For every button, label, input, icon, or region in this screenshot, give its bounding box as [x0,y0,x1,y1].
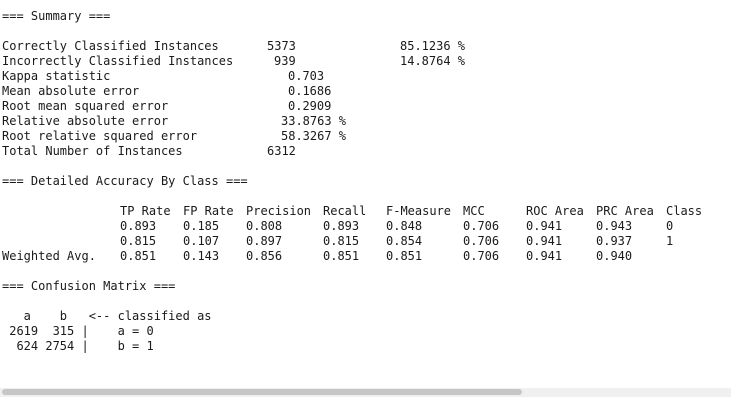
accuracy-cell: 0.893 [323,219,360,233]
accuracy-cell: 0.941 [526,234,563,248]
accuracy-cell: 0.706 [463,234,500,248]
column-header: MCC [463,204,485,218]
column-header: Precision [246,204,312,218]
summary-value: 0.2909 [288,99,332,113]
accuracy-cell: 0.893 [120,219,157,233]
summary-value: 6312 [267,144,296,158]
accuracy-cell: 1 [666,234,674,248]
accuracy-cell: 0.185 [183,219,220,233]
summary-value: 5373 [267,39,296,53]
column-header: PRC Area [596,204,654,218]
accuracy-cell: 0.937 [596,234,633,248]
confusion-column-line: a b <-- classified as [2,309,212,323]
confusion-header: === Confusion Matrix === [2,279,176,293]
column-header: Recall [323,204,367,218]
accuracy-cell: 0.706 [463,219,500,233]
summary-label: Mean absolute error [2,84,140,98]
accuracy-cell: 0.940 [596,249,633,263]
summary-label: Root relative squared error [2,129,198,143]
accuracy-cell: 0.808 [246,219,283,233]
accuracy-cell: 0.851 [323,249,360,263]
summary-label: Correctly Classified Instances [2,39,219,53]
column-header: ROC Area [526,204,584,218]
summary-label: Incorrectly Classified Instances [2,54,234,68]
accuracy-cell: 0.706 [463,249,500,263]
summary-value: 33.8763 % [281,114,347,128]
detailed-header: === Detailed Accuracy By Class === [2,174,248,188]
summary-value: 0.1686 [288,84,332,98]
confusion-row: 624 2754 | b = 1 [2,339,154,353]
accuracy-cell: 0.851 [120,249,157,263]
accuracy-cell: 0.856 [246,249,283,263]
column-header: Class [666,204,703,218]
accuracy-cell: 0.851 [386,249,423,263]
accuracy-cell: 0.897 [246,234,283,248]
accuracy-cell: 0.143 [183,249,220,263]
accuracy-cell: 0.941 [526,219,563,233]
summary-label: Total Number of Instances [2,144,183,158]
column-header: F-Measure [386,204,452,218]
summary-label: Root mean squared error [2,99,169,113]
column-header: FP Rate [183,204,234,218]
accuracy-cell: 0.815 [323,234,360,248]
accuracy-cell: 0 [666,219,674,233]
summary-label: Kappa statistic [2,69,111,83]
summary-value: 58.3267 % [281,129,347,143]
summary-value: 939 [274,54,296,68]
accuracy-cell: 0.848 [386,219,423,233]
confusion-row: 2619 315 | a = 0 [2,324,154,338]
horizontal-scrollbar-thumb[interactable] [2,389,522,395]
weighted-avg-label: Weighted Avg. [2,249,96,263]
accuracy-cell: 0.943 [596,219,633,233]
summary-header: === Summary === [2,9,111,23]
accuracy-cell: 0.854 [386,234,423,248]
summary-percent: 14.8764 % [400,54,466,68]
summary-value: 0.703 [288,69,325,83]
accuracy-cell: 0.941 [526,249,563,263]
accuracy-cell: 0.107 [183,234,220,248]
accuracy-cell: 0.815 [120,234,157,248]
summary-label: Relative absolute error [2,114,169,128]
column-header: TP Rate [120,204,171,218]
summary-percent: 85.1236 % [400,39,466,53]
